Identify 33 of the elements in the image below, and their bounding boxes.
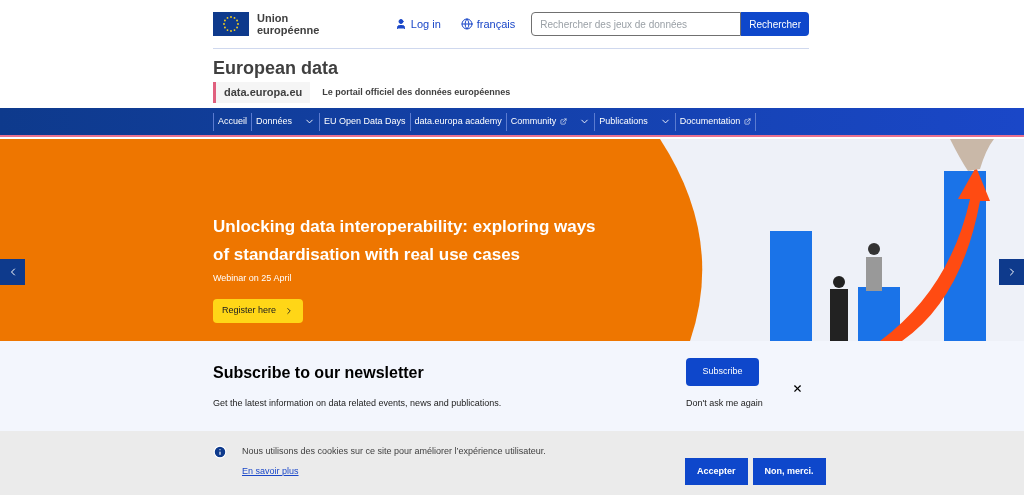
eu-flag-logo[interactable]: [213, 12, 249, 36]
hero-title: Unlocking data interoperability: exploring ways of standardisation with real use cases: [213, 216, 597, 266]
globe-icon: [460, 18, 473, 30]
newsletter-text: Get the latest information on data related events, news and publications.: [213, 397, 503, 410]
info-icon: [213, 445, 227, 459]
newsletter-title: Subscribe to our newsletter: [213, 363, 425, 383]
language-link[interactable]: français: [460, 15, 516, 33]
nav-item[interactable]: Community: [505, 112, 595, 131]
site-title: European data: [213, 58, 340, 78]
nav-item[interactable]: Publications: [594, 112, 675, 131]
hero-subtitle: Webinar on 25 April: [213, 272, 293, 285]
close-icon[interactable]: [791, 383, 803, 394]
search-field[interactable]: Rechercher des jeux de données: [531, 12, 742, 36]
subscribe-button[interactable]: Subscribe: [686, 358, 759, 386]
external-link-icon: [744, 118, 752, 125]
logo-text: Union européenne: [257, 12, 321, 36]
nav-item[interactable]: EU Open Data Days: [319, 112, 410, 131]
dont-ask-link[interactable]: Don't ask me again: [686, 397, 763, 411]
register-button[interactable]: Register here: [213, 298, 304, 323]
learn-more-link[interactable]: En savoir plus: [242, 464, 685, 478]
cookie-button[interactable]: Accepter: [685, 458, 748, 485]
domain-tag: data.europa.eu: [213, 82, 311, 103]
nav-item[interactable]: Documentation: [674, 112, 756, 131]
external-link-icon: [560, 118, 568, 125]
site-tagline: Le portail officiel des données européennes: [322, 85, 511, 99]
search-button[interactable]: Rechercher: [741, 12, 809, 36]
nav-item[interactable]: data.europa academy: [409, 112, 506, 131]
cookie-text: Nous utilisons des cookies sur ce site pour améliorer l’expérience utilisateur.: [242, 445, 547, 458]
login-link[interactable]: Log in: [394, 15, 441, 33]
nav-item[interactable]: Données: [251, 112, 320, 131]
nav-item[interactable]: Accueil: [213, 112, 251, 131]
cookie-button[interactable]: Non, merci.: [752, 458, 826, 485]
user-icon: [394, 18, 407, 30]
